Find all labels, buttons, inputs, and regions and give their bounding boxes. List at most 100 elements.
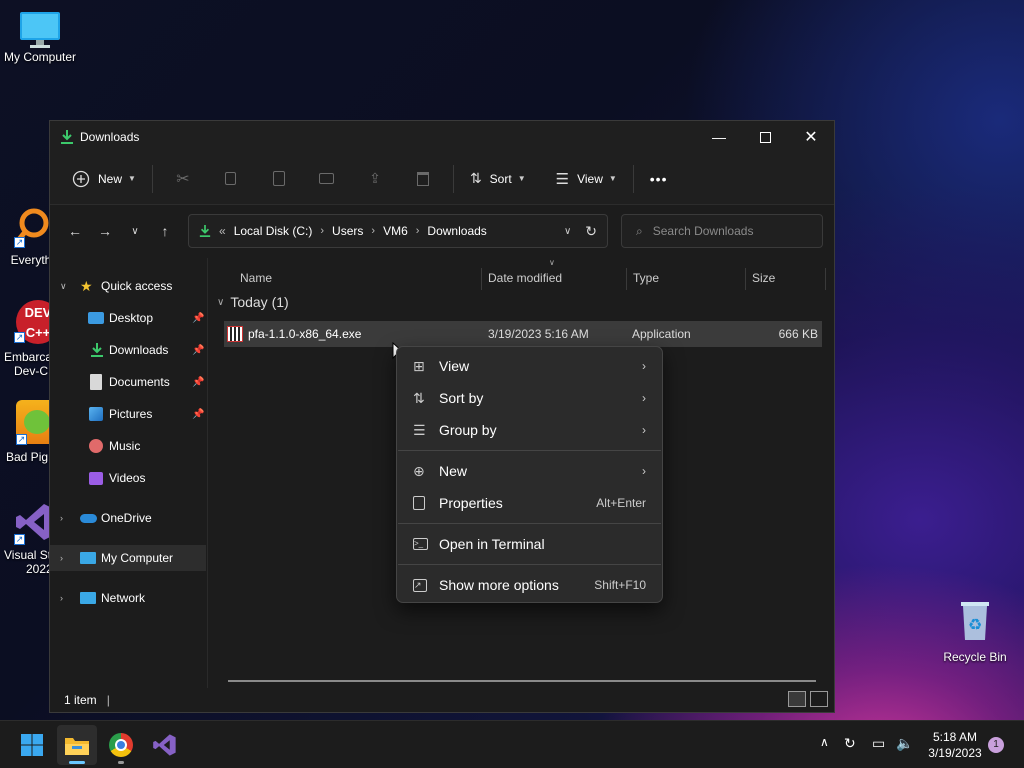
- menu-item-label: New: [439, 463, 468, 479]
- taskbar-chrome[interactable]: [101, 725, 141, 765]
- column-header-size[interactable]: Size: [752, 266, 775, 290]
- new-button[interactable]: New ▼: [62, 161, 146, 197]
- copy-icon: [225, 172, 237, 185]
- chevron-right-icon: ›: [642, 464, 646, 478]
- shortcut-arrow-icon: ↗: [14, 237, 25, 248]
- copy-button[interactable]: [207, 161, 255, 197]
- minimize-button[interactable]: —: [696, 122, 742, 152]
- desktop-icon-everything[interactable]: ↗ Everyth: [8, 205, 54, 267]
- nav-quick-access[interactable]: ∨ ★ Quick access: [50, 273, 206, 299]
- menu-item-sort-by[interactable]: ⇅ Sort by ›: [401, 383, 660, 413]
- desktop-icon-my-computer[interactable]: My Computer: [2, 10, 78, 64]
- nav-onedrive[interactable]: › OneDrive: [50, 505, 206, 531]
- close-button[interactable]: ✕: [788, 122, 834, 152]
- shortcut-arrow-icon: ↗: [14, 534, 25, 545]
- desktop-icon-recycle-bin[interactable]: ♻ Recycle Bin: [940, 598, 1010, 664]
- details-view-toggle[interactable]: [788, 691, 806, 707]
- document-icon: [90, 374, 102, 390]
- chevron-down-icon: ∨: [217, 296, 225, 308]
- cut-button[interactable]: ✂: [159, 161, 207, 197]
- display-network-icon[interactable]: ▭: [872, 735, 885, 752]
- menu-item-view[interactable]: ⊞ View ›: [401, 351, 660, 381]
- nav-pictures[interactable]: Pictures 📌: [50, 401, 206, 427]
- chevron-right-icon[interactable]: ›: [416, 225, 420, 237]
- address-dropdown-icon[interactable]: ∨: [564, 226, 571, 237]
- search-box[interactable]: ⌕ Search Downloads: [621, 214, 823, 248]
- breadcrumb-downloads[interactable]: Downloads: [427, 224, 486, 238]
- start-button[interactable]: [12, 725, 52, 765]
- volume-icon[interactable]: 🔈: [896, 735, 913, 752]
- taskbar-file-explorer[interactable]: [57, 725, 97, 765]
- notification-badge[interactable]: 1: [988, 737, 1004, 753]
- nav-my-computer[interactable]: › My Computer: [50, 545, 206, 571]
- column-header-name[interactable]: Name: [240, 266, 272, 290]
- nav-network[interactable]: › Network: [50, 585, 206, 611]
- large-icons-view-toggle[interactable]: [810, 691, 828, 707]
- chevron-right-icon[interactable]: ›: [371, 225, 375, 237]
- nav-videos[interactable]: Videos: [50, 465, 206, 491]
- recent-locations-button[interactable]: ∨: [120, 215, 150, 247]
- menu-item-properties[interactable]: Properties Alt+Enter: [401, 488, 660, 518]
- nav-label: OneDrive: [101, 511, 152, 525]
- group-header-today[interactable]: ∨ Today (1): [217, 294, 289, 310]
- nav-music[interactable]: Music: [50, 433, 206, 459]
- sync-icon[interactable]: ↻: [844, 735, 856, 752]
- title-bar[interactable]: Downloads — ✕: [50, 121, 834, 153]
- back-button[interactable]: ←: [60, 215, 90, 247]
- grid-icon: ⊞: [413, 358, 425, 374]
- view-button[interactable]: ☰ View ▼: [546, 161, 627, 197]
- clipboard-icon: [272, 171, 285, 186]
- column-header-date[interactable]: Date modified: [488, 266, 562, 290]
- paste-button[interactable]: [255, 161, 303, 197]
- network-icon: [80, 592, 96, 604]
- pin-icon[interactable]: 📌: [192, 377, 204, 388]
- desktop-icon-visual-studio[interactable]: ↗ Visual St 2022: [4, 500, 54, 576]
- refresh-icon[interactable]: ↻: [585, 223, 597, 240]
- forward-button[interactable]: →: [90, 215, 120, 247]
- share-button[interactable]: ⇪: [351, 161, 399, 197]
- horizontal-scrollbar[interactable]: [228, 680, 816, 682]
- taskbar: ∧ ↻ ▭ 🔈 5:18 AM 3/19/2023 1: [0, 720, 1024, 768]
- nav-downloads[interactable]: Downloads 📌: [50, 337, 206, 363]
- rename-button[interactable]: [303, 161, 351, 197]
- breadcrumb-vm6[interactable]: VM6: [383, 224, 408, 238]
- chevron-right-icon[interactable]: ›: [320, 225, 324, 237]
- menu-item-group-by[interactable]: ☰ Group by ›: [401, 415, 660, 445]
- file-row[interactable]: pfa-1.1.0-x86_64.exe 3/19/2023 5:16 AM A…: [224, 321, 822, 347]
- address-bar[interactable]: « Local Disk (C:) › Users › VM6 › Downlo…: [188, 214, 608, 248]
- breadcrumb-local-disk[interactable]: Local Disk (C:): [234, 224, 313, 238]
- clock[interactable]: 5:18 AM 3/19/2023: [922, 729, 988, 761]
- folder-icon: [65, 738, 89, 755]
- column-divider[interactable]: [825, 268, 826, 290]
- pin-icon[interactable]: 📌: [192, 345, 204, 356]
- sort-button[interactable]: ⇅ Sort ▼: [460, 161, 536, 197]
- nav-label: Quick access: [101, 279, 173, 293]
- menu-item-open-in-terminal[interactable]: >_ Open in Terminal: [401, 529, 660, 559]
- arrow-right-icon: →: [98, 223, 112, 239]
- column-divider[interactable]: [481, 268, 482, 290]
- chevron-right-icon[interactable]: ›: [60, 553, 63, 563]
- see-more-button[interactable]: •••: [640, 161, 678, 197]
- pin-icon[interactable]: 📌: [192, 313, 204, 324]
- desktop-icon-embarcadero-devc[interactable]: DEV C++ ↗ Embarca Dev-C: [4, 300, 60, 378]
- chevron-down-icon[interactable]: ∨: [60, 281, 67, 292]
- breadcrumb-users[interactable]: Users: [332, 224, 363, 238]
- column-divider[interactable]: [745, 268, 746, 290]
- maximize-button[interactable]: [742, 122, 788, 152]
- nav-desktop[interactable]: Desktop 📌: [50, 305, 206, 331]
- taskbar-visual-studio[interactable]: [145, 725, 185, 765]
- breadcrumb-overflow[interactable]: «: [219, 224, 226, 238]
- column-divider[interactable]: [626, 268, 627, 290]
- show-hidden-icons-chevron-icon[interactable]: ∧: [820, 735, 829, 749]
- menu-item-show-more-options[interactable]: ↗ Show more options Shift+F10: [401, 570, 660, 600]
- chevron-right-icon[interactable]: ›: [60, 513, 63, 523]
- column-header-type[interactable]: Type: [633, 266, 659, 290]
- menu-item-new[interactable]: ⊕ New ›: [401, 456, 660, 486]
- nav-documents[interactable]: Documents 📌: [50, 369, 206, 395]
- delete-button[interactable]: [399, 161, 447, 197]
- chevron-right-icon[interactable]: ›: [60, 593, 63, 603]
- pin-icon[interactable]: 📌: [192, 409, 204, 420]
- window-title: Downloads: [80, 130, 140, 144]
- nav-label: Downloads: [109, 343, 169, 357]
- up-button[interactable]: ↑: [150, 215, 180, 247]
